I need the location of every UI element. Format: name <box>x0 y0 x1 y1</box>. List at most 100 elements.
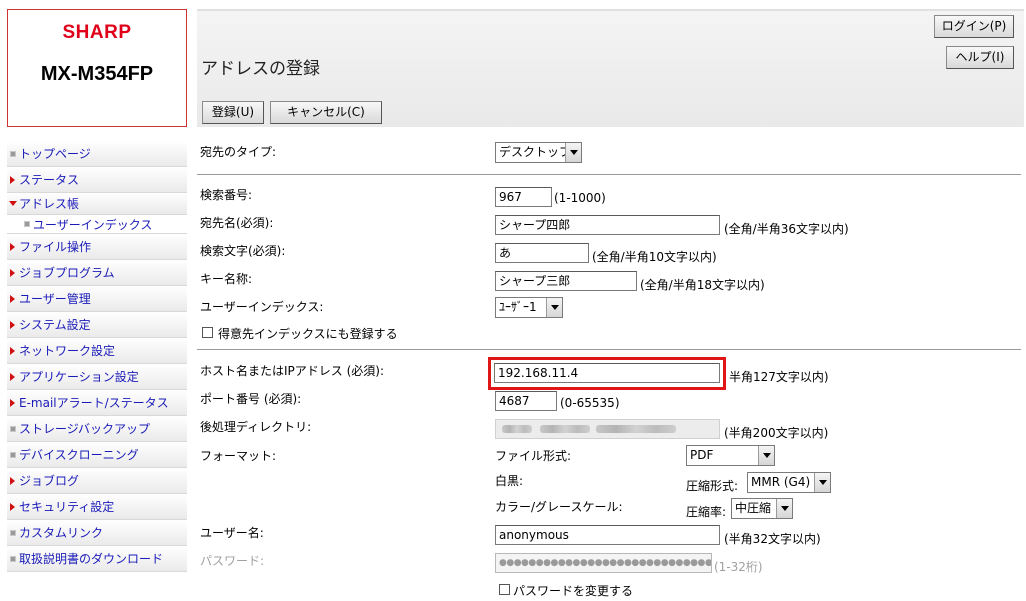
sidebar-item-label: セキュリティ設定 <box>19 500 115 514</box>
sidebar-item-application-settings[interactable]: アプリケーション設定 <box>7 364 187 390</box>
post-dir-label: 後処理ディレクトリ: <box>200 420 312 434</box>
section-divider <box>197 174 1021 175</box>
section-divider <box>197 349 1021 350</box>
search-number-label: 検索番号: <box>200 188 253 202</box>
username-input[interactable]: anonymous <box>495 525 720 545</box>
sidebar-item-storage-backup[interactable]: ストレージバックアップ <box>7 416 187 442</box>
password-hint: (1-32桁) <box>714 560 763 574</box>
sidebar-item-user-index[interactable]: ユーザーインデックス <box>7 215 187 234</box>
bw-label: 白黒: <box>495 474 524 488</box>
dest-name-input[interactable]: シャープ四郎 <box>495 215 720 235</box>
color-label: カラー/グレースケール: <box>495 500 623 514</box>
model-name: MX-M354FP <box>40 63 154 85</box>
square-bullet-icon <box>7 150 18 157</box>
sidebar-item-label: ジョブプログラム <box>19 266 115 280</box>
password-input[interactable]: ●●●●●●●●●●●●●●●●●●●●●●●●●●●●●●●● <box>495 553 712 573</box>
page-title: アドレスの登録 <box>201 59 320 79</box>
key-name-hint: (全角/半角18文字以内) <box>640 278 765 292</box>
dest-name-label: 宛先名(必須): <box>200 216 274 230</box>
sidebar-item-label: ファイル操作 <box>19 240 92 254</box>
help-button[interactable]: ヘルプ(I) <box>946 46 1014 69</box>
sidebar-item-address-book[interactable]: アドレス帳 <box>7 193 187 215</box>
arrow-right-icon <box>7 346 18 355</box>
sidebar-item-file-operations[interactable]: ファイル操作 <box>7 234 187 260</box>
chevron-down-icon <box>546 298 562 317</box>
port-input[interactable]: 4687 <box>495 391 557 411</box>
chevron-down-icon <box>565 143 581 162</box>
sidebar-item-label: アドレス帳 <box>19 197 80 211</box>
chevron-down-icon <box>776 499 792 518</box>
host-label: ホスト名またはIPアドレス (必須): <box>200 364 384 378</box>
file-type-select[interactable]: PDF <box>686 445 775 466</box>
rate-value: 中圧縮 <box>735 501 772 515</box>
sidebar-item-network-settings[interactable]: ネットワーク設定 <box>7 338 187 364</box>
post-dir-input[interactable] <box>495 419 720 439</box>
sidebar-item-label: トップページ <box>19 147 91 161</box>
favorite-index-label: 得意先インデックスにも登録する <box>218 327 398 341</box>
user-index-label: ユーザーインデックス: <box>200 300 324 314</box>
search-char-hint: (全角/半角10文字以内) <box>592 250 717 264</box>
format-label: フォーマット: <box>200 449 277 463</box>
dest-type-label: 宛先のタイプ: <box>200 145 277 159</box>
redacted-text <box>502 425 532 433</box>
arrow-right-icon <box>7 175 18 184</box>
arrow-down-icon <box>7 201 18 206</box>
logo-panel: SHARP MX-M354FP <box>7 9 187 127</box>
key-name-input[interactable]: シャープ三郎 <box>495 271 637 291</box>
user-index-select[interactable]: ﾕｰｻﾞｰ1 <box>495 297 563 318</box>
sidebar-item-label: ステータス <box>19 173 80 187</box>
sidebar-item-manual-download[interactable]: 取扱説明書のダウンロード <box>7 546 187 572</box>
sidebar-item-job-log[interactable]: ジョブログ <box>7 468 187 494</box>
square-bullet-icon <box>7 529 18 536</box>
sidebar-item-label: システム設定 <box>19 318 91 332</box>
rate-label: 圧縮率: <box>686 505 727 519</box>
sidebar-item-top-page[interactable]: トップページ <box>7 141 187 167</box>
change-password-label: パスワードを変更する <box>513 584 634 598</box>
arrow-right-icon <box>7 372 18 381</box>
user-index-value: ﾕｰｻﾞｰ1 <box>499 300 537 314</box>
search-number-input[interactable]: 967 <box>495 187 552 207</box>
sidebar-item-label: ユーザーインデックス <box>33 217 153 232</box>
square-bullet-icon <box>7 555 18 562</box>
sidebar-item-device-cloning[interactable]: デバイスクローニング <box>7 442 187 468</box>
file-type-label: ファイル形式: <box>495 449 572 463</box>
rate-select[interactable]: 中圧縮 <box>731 498 793 519</box>
square-bullet-icon <box>7 451 18 458</box>
sidebar-item-email-alert[interactable]: E-mailアラート/ステータス <box>7 390 187 416</box>
sidebar-nav: トップページ ステータス アドレス帳 ユーザーインデックス ファイル操作 ジョブ… <box>7 141 187 572</box>
sidebar-item-label: ユーザー管理 <box>19 292 91 306</box>
dest-type-value: デスクトップ <box>499 145 572 159</box>
compression-label: 圧縮形式: <box>686 479 739 493</box>
sidebar-item-custom-link[interactable]: カスタムリンク <box>7 520 187 546</box>
chevron-down-icon <box>758 446 774 465</box>
search-char-input[interactable]: あ <box>495 243 589 263</box>
arrow-right-icon <box>7 398 18 407</box>
sidebar-item-system-settings[interactable]: システム設定 <box>7 312 187 338</box>
sidebar-item-label: カスタムリンク <box>19 526 104 540</box>
change-password-checkbox[interactable] <box>499 584 510 595</box>
arrow-right-icon <box>7 242 18 251</box>
dest-type-select[interactable]: デスクトップ <box>495 142 582 163</box>
sidebar-item-label: ネットワーク設定 <box>19 344 116 358</box>
square-bullet-icon <box>7 425 18 432</box>
register-button[interactable]: 登録(U) <box>202 101 264 124</box>
sidebar-item-label: ストレージバックアップ <box>19 422 151 436</box>
sidebar-item-security-settings[interactable]: セキュリティ設定 <box>7 494 187 520</box>
square-bullet-icon <box>21 221 32 227</box>
arrow-right-icon <box>7 320 18 329</box>
key-name-label: キー名称: <box>200 272 253 286</box>
compression-select[interactable]: MMR (G4) <box>747 472 831 493</box>
search-number-hint: (1-1000) <box>554 191 606 205</box>
compression-value: MMR (G4) <box>751 475 811 489</box>
port-hint: (0-65535) <box>560 396 620 410</box>
dest-name-hint: (全角/半角36文字以内) <box>724 222 849 236</box>
favorite-index-checkbox[interactable] <box>202 327 213 338</box>
sidebar-item-status[interactable]: ステータス <box>7 167 187 193</box>
arrow-right-icon <box>7 268 18 277</box>
cancel-button[interactable]: キャンセル(C) <box>270 101 382 124</box>
sidebar-item-user-management[interactable]: ユーザー管理 <box>7 286 187 312</box>
host-input[interactable]: 192.168.11.4 <box>494 363 720 383</box>
sidebar-item-job-program[interactable]: ジョブプログラム <box>7 260 187 286</box>
login-button[interactable]: ログイン(P) <box>934 15 1014 38</box>
username-label: ユーザー名: <box>200 526 264 540</box>
